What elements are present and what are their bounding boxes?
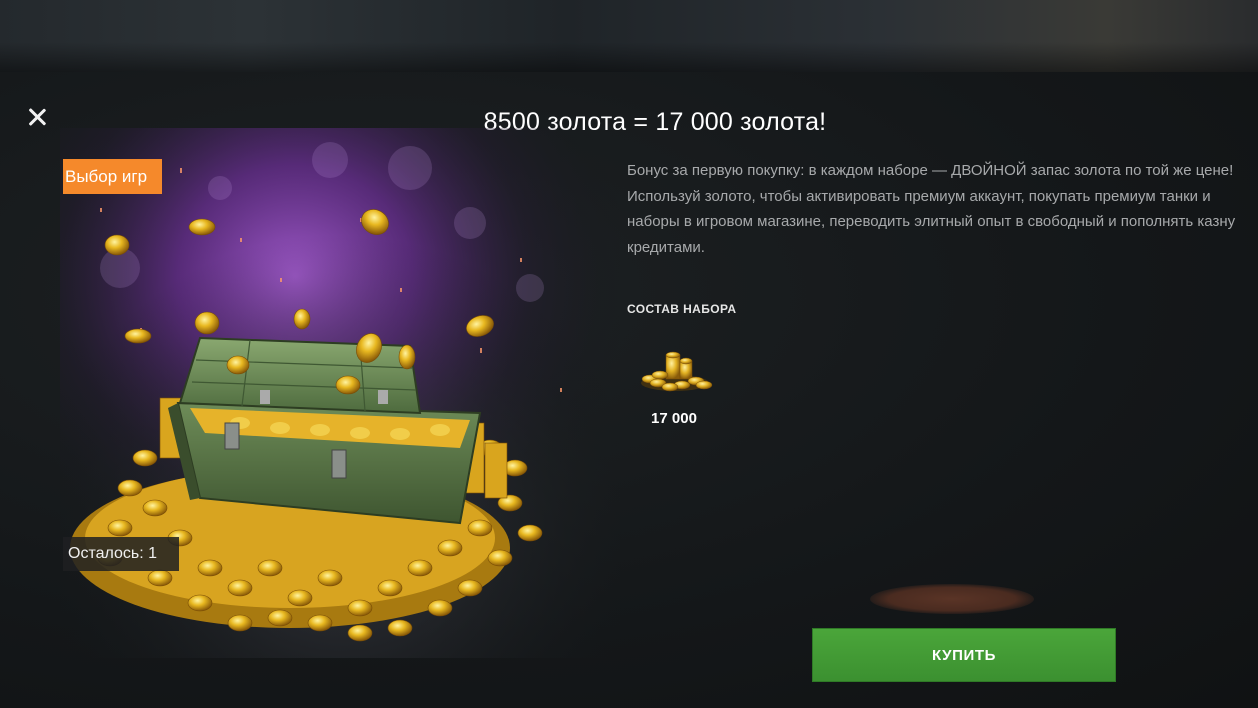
- background-top-strip: [0, 0, 1258, 72]
- contents-label: СОСТАВ НАБОРА: [627, 302, 737, 316]
- price-label-redacted: [870, 584, 1034, 614]
- gold-chest-artwork: [60, 128, 620, 658]
- remaining-count: Осталось: 1: [63, 537, 179, 571]
- offer-tag-badge[interactable]: Выбор игр: [63, 159, 162, 194]
- gold-coins-icon: [636, 345, 714, 393]
- item-quantity: 17 000: [651, 410, 697, 427]
- offer-description: Бонус за первую покупку: в каждом наборе…: [627, 158, 1249, 260]
- description-paragraph: Бонус за первую покупку: в каждом наборе…: [627, 162, 1234, 179]
- buy-button[interactable]: КУПИТЬ: [812, 628, 1116, 682]
- description-paragraph: Используй золото, чтобы активировать пре…: [627, 187, 1236, 256]
